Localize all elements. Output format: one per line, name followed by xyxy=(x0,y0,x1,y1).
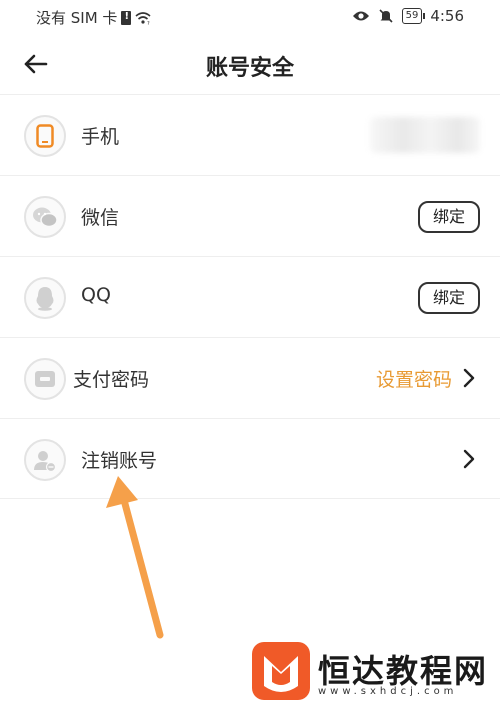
eye-icon xyxy=(352,11,369,21)
row-label-phone: 手机 xyxy=(81,126,120,148)
row-qq[interactable]: QQ 绑定 xyxy=(0,256,500,337)
wallet-icon xyxy=(24,358,66,400)
qq-icon xyxy=(24,277,66,319)
page-title: 账号安全 xyxy=(205,56,294,81)
annotation-arrow xyxy=(106,476,164,639)
battery-indicator: 59 xyxy=(401,8,426,24)
row-cancel-account[interactable]: 注销账号 xyxy=(0,418,500,499)
user-cancel-icon xyxy=(24,439,66,481)
svg-text:?: ? xyxy=(147,21,150,25)
settings-list: 手机 微信 绑定 QQ 绑定 支付密码 设置密码 注销账号 xyxy=(0,94,500,499)
status-left: 没有 SIM 卡 ? xyxy=(36,7,151,28)
row-payment-password[interactable]: 支付密码 设置密码 xyxy=(0,337,500,418)
mute-bell-icon xyxy=(379,9,393,23)
carrier-text: 没有 SIM 卡 xyxy=(36,9,118,27)
chevron-right-icon xyxy=(463,368,475,388)
bind-qq-button[interactable]: 绑定 xyxy=(418,282,480,314)
status-bar: 没有 SIM 卡 ? 59 4:56 xyxy=(0,0,500,34)
clock: 4:56 xyxy=(430,7,464,25)
watermark: 恒达教程网 www.sxhdcj.com xyxy=(252,642,492,702)
status-right: 59 4:56 xyxy=(352,7,464,25)
wifi-icon: ? xyxy=(135,11,151,25)
watermark-logo xyxy=(252,642,310,700)
navbar: 账号安全 xyxy=(0,34,500,94)
chevron-right-icon xyxy=(463,449,475,469)
row-label-cancel-account: 注销账号 xyxy=(81,450,158,472)
set-password-link[interactable]: 设置密码 xyxy=(376,365,452,392)
row-phone[interactable]: 手机 xyxy=(0,94,500,175)
watermark-url: www.sxhdcj.com xyxy=(318,686,458,697)
phone-number-blurred xyxy=(370,117,480,153)
phone-icon xyxy=(24,115,66,157)
wechat-icon xyxy=(24,196,66,238)
row-label-qq: QQ xyxy=(81,284,111,306)
row-label-wechat: 微信 xyxy=(81,207,120,229)
bind-wechat-button[interactable]: 绑定 xyxy=(418,201,480,233)
sim-alert-icon xyxy=(121,10,132,25)
row-label-payment-password: 支付密码 xyxy=(73,369,150,391)
row-wechat[interactable]: 微信 绑定 xyxy=(0,175,500,256)
